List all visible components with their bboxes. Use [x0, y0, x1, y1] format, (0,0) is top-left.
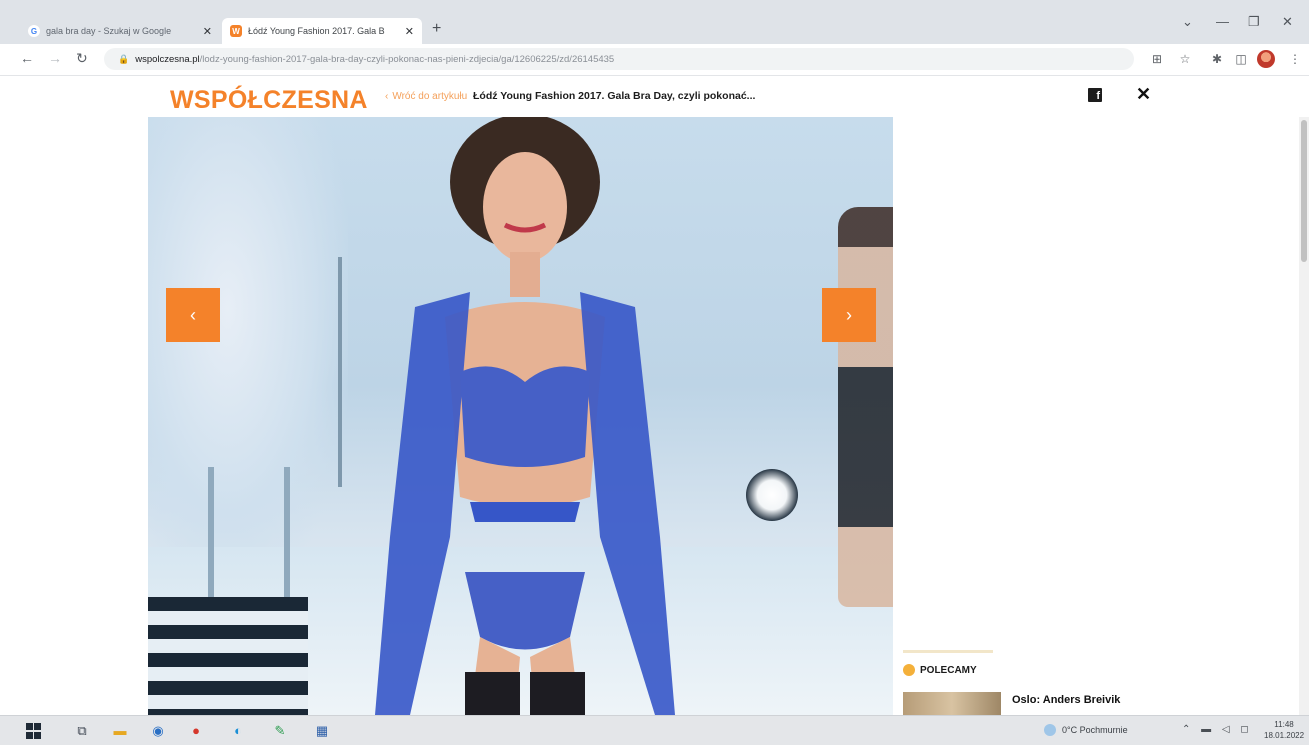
system-tray-icons[interactable]: ⌃ ▬ ◁ ◻ — [1182, 724, 1253, 735]
weather-widget[interactable]: 0°C Pochmurnie — [1044, 724, 1128, 736]
stage-pole — [208, 467, 214, 597]
tab-strip: G gala bra day - Szukaj w Google ✕ W Łód… — [0, 0, 1309, 44]
stage-light — [746, 469, 798, 521]
search-tabs-icon[interactable]: ⌄ — [1182, 14, 1193, 30]
runway-stripes — [148, 597, 308, 715]
translate-icon[interactable]: ⊞ — [1150, 52, 1164, 66]
recommended-section-header: POLECAMY — [903, 664, 977, 676]
gallery-photo — [148, 117, 893, 715]
tab-title: Łódź Young Fashion 2017. Gala B — [248, 26, 385, 36]
windows-taskbar: ⧉ ▬ ◉ ● ◐ ✎ ▦ 0°C Pochmurnie ⌃ ▬ ◁ ◻ 11:… — [0, 715, 1309, 745]
close-tab-icon[interactable]: ✕ — [405, 25, 414, 38]
gallery-next-button[interactable]: › — [822, 288, 876, 342]
minimize-icon[interactable]: — — [1216, 14, 1229, 29]
wspolczesna-icon: W — [230, 25, 242, 37]
google-icon: G — [28, 25, 40, 37]
tab-title: gala bra day - Szukaj w Google — [46, 26, 172, 36]
close-window-icon[interactable]: ✕ — [1282, 14, 1293, 30]
tab-google-search[interactable]: G gala bra day - Szukaj w Google ✕ — [20, 18, 220, 44]
back-to-article-label: Wróć do artykułu — [392, 91, 468, 102]
clock-time: 11:48 — [1274, 720, 1294, 729]
star-icon[interactable]: ☆ — [1178, 52, 1192, 66]
browser-window: G gala bra day - Szukaj w Google ✕ W Łód… — [0, 0, 1309, 745]
weather-text: 0°C Pochmurnie — [1062, 725, 1128, 735]
file-explorer-icon[interactable]: ▬ — [112, 723, 128, 739]
restore-icon[interactable]: ❐ — [1248, 14, 1260, 30]
close-tab-icon[interactable]: ✕ — [203, 25, 212, 38]
site-logo[interactable]: WSPÓŁCZESNA — [170, 86, 368, 115]
back-to-article-link[interactable]: ‹ Wróć do artykułu — [385, 91, 467, 102]
stage-pole — [284, 467, 290, 597]
recommended-dot-icon — [903, 664, 915, 676]
facebook-icon[interactable]: f — [1088, 88, 1102, 102]
menu-icon[interactable]: ⋮ — [1288, 52, 1302, 66]
address-bar[interactable]: 🔒 wspolczesna.pl /lodz-young-fashion-201… — [104, 48, 1134, 70]
photo-background-glow — [148, 117, 348, 597]
article-headline: Łódź Young Fashion 2017. Gala Bra Day, c… — [473, 90, 756, 102]
profile-icon[interactable] — [1257, 50, 1275, 68]
taskbar-clock[interactable]: 11:48 18.01.2022 — [1264, 719, 1304, 741]
close-gallery-button[interactable]: ✕ — [1136, 84, 1151, 105]
notepad-icon[interactable]: ✎ — [272, 723, 288, 739]
background-model — [838, 207, 893, 607]
sidebar-icon[interactable]: ◫ — [1234, 52, 1248, 66]
task-view-icon[interactable]: ⧉ — [74, 723, 90, 739]
clock-date: 18.01.2022 — [1264, 731, 1305, 740]
address-domain: wspolczesna.pl — [135, 53, 200, 65]
forward-icon[interactable]: → — [48, 50, 62, 66]
chrome-icon[interactable]: ● — [188, 723, 204, 739]
sidebar-divider — [903, 650, 993, 653]
cortana-icon[interactable]: ◉ — [150, 723, 166, 739]
edge-icon[interactable]: ◐ — [230, 723, 246, 739]
recommendation-title[interactable]: Oslo: Anders Breivik — [1012, 694, 1120, 706]
gallery-prev-button[interactable]: ‹ — [166, 288, 220, 342]
stage-pole — [338, 257, 342, 487]
reload-icon[interactable]: ↻ — [76, 50, 88, 67]
model-figure — [375, 117, 675, 715]
site-header: WSPÓŁCZESNA ‹ Wróć do artykułu Łódź Youn… — [0, 77, 1309, 117]
scrollbar-thumb[interactable] — [1301, 120, 1307, 262]
app-icon[interactable]: ▦ — [314, 723, 330, 739]
back-icon[interactable]: ← — [20, 50, 34, 66]
recommended-label: POLECAMY — [920, 664, 977, 676]
browser-toolbar: ← → ↻ 🔒 wspolczesna.pl /lodz-young-fashi… — [0, 44, 1309, 76]
lock-icon[interactable]: 🔒 — [118, 54, 129, 65]
new-tab-button[interactable]: + — [432, 20, 441, 38]
windows-start-icon[interactable] — [26, 723, 42, 739]
address-path: /lodz-young-fashion-2017-gala-bra-day-cz… — [199, 53, 615, 65]
chevron-left-icon: ‹ — [385, 91, 389, 102]
recommendation-thumbnail[interactable] — [903, 692, 1001, 715]
tab-wspolczesna[interactable]: W Łódź Young Fashion 2017. Gala B ✕ — [222, 18, 422, 44]
extensions-icon[interactable]: ✱ — [1210, 52, 1224, 66]
cloud-icon — [1044, 724, 1056, 736]
